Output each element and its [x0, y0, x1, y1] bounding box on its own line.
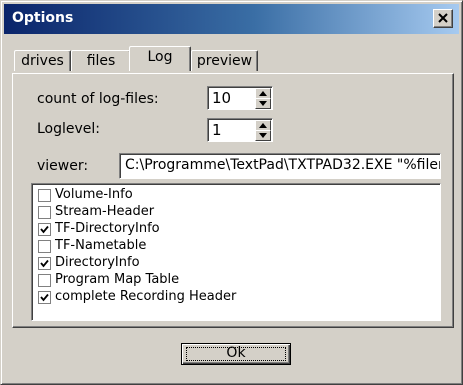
arrow-up-icon	[259, 123, 267, 128]
count-down-button[interactable]	[255, 98, 271, 109]
checkmark-icon	[40, 225, 49, 234]
tab-drives[interactable]: drives	[14, 50, 71, 71]
count-of-log-files-label: count of log-files:	[37, 91, 159, 107]
close-icon	[438, 13, 448, 23]
tab-preview[interactable]: preview	[191, 50, 258, 71]
arrow-down-icon	[259, 101, 267, 106]
list-item-label: Program Map Table	[55, 272, 180, 287]
tab-log[interactable]: Log	[129, 46, 191, 71]
checkbox[interactable]	[38, 223, 51, 236]
count-of-log-files-value: 10	[212, 89, 232, 107]
close-button[interactable]	[433, 9, 453, 28]
tab-log-label: Log	[147, 49, 173, 65]
arrow-up-icon	[259, 91, 267, 96]
viewer-value: C:\Programme\TextPad\TXTPAD32.EXE "%file…	[125, 157, 441, 173]
tab-files-label: files	[86, 53, 116, 69]
tab-drives-label: drives	[21, 53, 64, 69]
list-item-label: complete Recording Header	[55, 289, 237, 304]
count-of-log-files-spinner[interactable]: 10	[207, 86, 273, 110]
options-dialog: Options drives files Log preview count o…	[0, 0, 463, 385]
loglevel-down-button[interactable]	[255, 130, 271, 141]
tab-files[interactable]: files	[71, 50, 131, 71]
checkbox[interactable]	[38, 206, 51, 219]
checkbox[interactable]	[38, 274, 51, 287]
list-item-label: DirectoryInfo	[55, 255, 140, 270]
list-item-label: TF-Nametable	[55, 238, 147, 253]
loglevel-spinner[interactable]: 1	[207, 118, 273, 142]
list-item-label: Volume-Info	[55, 187, 133, 202]
loglevel-label: Loglevel:	[37, 121, 101, 137]
title-bar[interactable]: Options	[4, 4, 459, 34]
checkmark-icon	[40, 293, 49, 302]
checkmark-icon	[40, 259, 49, 268]
loglevel-value: 1	[212, 121, 222, 139]
tab-preview-label: preview	[196, 53, 253, 69]
checkbox[interactable]	[38, 189, 51, 202]
arrow-down-icon	[259, 133, 267, 138]
log-options-list: Volume-Info Stream-Header TF-DirectoryIn…	[31, 183, 441, 321]
viewer-label: viewer:	[37, 158, 89, 174]
list-item-label: TF-DirectoryInfo	[55, 221, 160, 236]
viewer-field[interactable]: C:\Programme\TextPad\TXTPAD32.EXE "%file…	[119, 153, 441, 179]
window-title: Options	[12, 10, 74, 26]
checkbox[interactable]	[38, 257, 51, 270]
checkbox[interactable]	[38, 240, 51, 253]
ok-button-label: Ok	[226, 345, 246, 361]
checkbox[interactable]	[38, 291, 51, 304]
ok-button[interactable]: Ok	[181, 343, 291, 365]
list-item-label: Stream-Header	[55, 204, 155, 219]
